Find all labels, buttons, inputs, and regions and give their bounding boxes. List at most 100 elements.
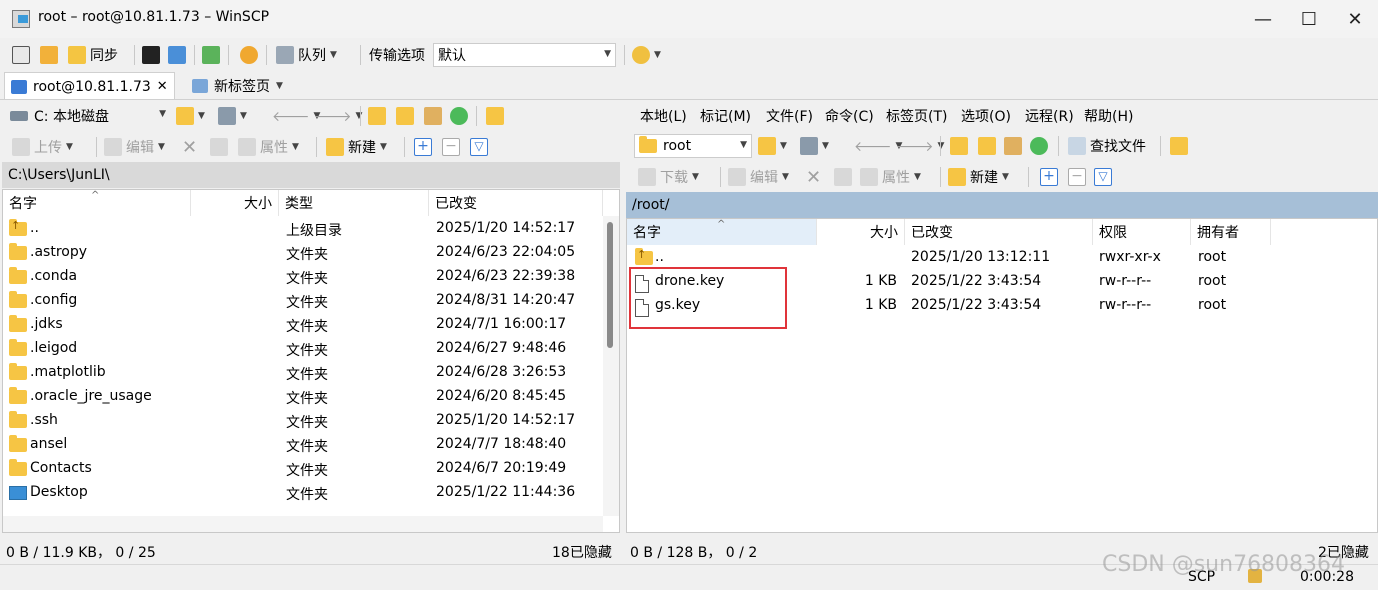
menu-help[interactable]: 帮助(H) [1084, 104, 1133, 128]
menu-files[interactable]: 文件(F) [766, 104, 813, 128]
toolbar-separator [1058, 136, 1059, 156]
file-row[interactable]: .. 上级目录 2025/1/20 14:52:17 [3, 217, 603, 241]
new-label: 新建 [970, 170, 998, 186]
file-owner: root [1198, 273, 1227, 289]
local-select-button[interactable]: + [414, 135, 432, 159]
putty-button[interactable] [168, 43, 186, 67]
menu-mark[interactable]: 标记(M) [700, 104, 751, 128]
local-delete-button[interactable]: ✕ [182, 135, 197, 159]
close-button[interactable]: ✕ [1332, 0, 1378, 38]
file-row[interactable]: .ssh 文件夹 2025/1/20 14:52:17 [3, 409, 603, 433]
file-row[interactable]: .astropy 文件夹 2024/6/23 22:04:05 [3, 241, 603, 265]
file-row[interactable]: .conda 文件夹 2024/6/23 22:39:38 [3, 265, 603, 289]
file-row[interactable]: Desktop 文件夹 2025/1/22 11:44:36 [3, 481, 603, 505]
local-root-dir-button[interactable] [396, 104, 414, 128]
remote-unselect-button[interactable]: − [1068, 165, 1086, 189]
remote-parent-dir-button[interactable] [950, 134, 968, 158]
download-button[interactable]: 下载 ▼ [638, 165, 699, 189]
sync-browse-button[interactable] [40, 43, 58, 67]
local-home-button[interactable] [424, 104, 442, 128]
column-type[interactable]: 类型 [279, 190, 429, 216]
close-tab-icon[interactable]: ✕ [157, 79, 168, 94]
column-changed[interactable]: 已改变 [905, 219, 1093, 245]
column-size[interactable]: 大小 [191, 190, 279, 216]
local-tree-button[interactable] [486, 104, 504, 128]
remote-dir-select[interactable]: root ▼ [634, 134, 752, 158]
preferences-button[interactable] [240, 43, 258, 67]
column-owner[interactable]: 拥有者 [1191, 219, 1271, 245]
remote-tree-button[interactable] [1170, 134, 1188, 158]
local-edit-button[interactable]: 编辑 ▼ [104, 135, 165, 159]
remote-select-button[interactable]: + [1040, 165, 1058, 189]
menu-remote[interactable]: 远程(R) [1025, 104, 1074, 128]
menu-options[interactable]: 选项(O) [961, 104, 1011, 128]
column-changed[interactable]: 已改变 [429, 190, 603, 216]
queue-label: 队列 [298, 48, 326, 64]
remote-file-list[interactable]: 名字^ 大小 已改变 权限 拥有者 .. 2025/1/20 13:12:11 rw… [626, 218, 1378, 533]
local-drive-select[interactable]: C: 本地磁盘 ▼ [6, 104, 170, 128]
file-row[interactable]: .leigod 文件夹 2024/6/27 9:48:46 [3, 337, 603, 361]
local-horizontal-scrollbar[interactable] [3, 516, 603, 532]
local-properties-button[interactable]: 属性 ▼ [238, 135, 299, 159]
tab-new[interactable]: 新标签页 ▼ [186, 72, 289, 100]
menu-commands[interactable]: 命令(C) [825, 104, 874, 128]
remote-rename-button[interactable] [834, 165, 852, 189]
maximize-button[interactable]: ☐ [1286, 0, 1332, 38]
chevron-down-icon: ▼ [276, 81, 283, 91]
chevron-down-icon: ▼ [292, 142, 299, 152]
column-rights[interactable]: 权限 [1093, 219, 1191, 245]
local-new-button[interactable]: 新建 ▼ [326, 135, 387, 159]
remote-filter-select-button[interactable]: ▽ [1094, 165, 1112, 189]
properties-icon [860, 168, 878, 186]
file-row[interactable]: .matplotlib 文件夹 2024/6/28 3:26:53 [3, 361, 603, 385]
upload-button[interactable]: 上传 ▼ [12, 135, 73, 159]
compare-dirs-button[interactable] [12, 43, 30, 67]
file-row[interactable]: Contacts 文件夹 2024/6/7 20:19:49 [3, 457, 603, 481]
file-row[interactable]: ansel 文件夹 2024/7/7 18:48:40 [3, 433, 603, 457]
putty-icon [168, 46, 186, 64]
column-size[interactable]: 大小 [817, 219, 905, 245]
minimize-button[interactable]: — [1240, 0, 1286, 38]
remote-properties-button[interactable]: 属性 ▼ [860, 165, 921, 189]
sync-button[interactable]: 同步 [68, 43, 118, 67]
remote-forward-button[interactable]: 🡒 ▼ [896, 134, 944, 158]
file-row[interactable]: .jdks 文件夹 2024/7/1 16:00:17 [3, 313, 603, 337]
tree-icon [1170, 137, 1188, 155]
remote-filter-button[interactable]: ▼ [800, 134, 829, 158]
find-files-button[interactable]: 查找文件 [1068, 134, 1146, 158]
local-rename-button[interactable] [210, 135, 228, 159]
local-forward-button[interactable]: 🡒 ▼ [314, 104, 362, 128]
scroll-thumb[interactable] [607, 222, 613, 348]
local-parent-dir-button[interactable] [368, 104, 386, 128]
queue-button[interactable]: 队列 ▼ [276, 43, 337, 67]
transfer-options-select[interactable]: 默认 ▼ [433, 43, 616, 67]
local-unselect-button[interactable]: − [442, 135, 460, 159]
local-filter-button[interactable]: ▼ [218, 104, 247, 128]
open-folder-icon [176, 107, 194, 125]
menu-tabs[interactable]: 标签页(T) [886, 104, 947, 128]
local-refresh-button[interactable] [450, 104, 468, 128]
remote-open-dir-button[interactable]: ▼ [758, 134, 787, 158]
terminal-button[interactable] [142, 43, 160, 67]
file-name: .jdks [30, 316, 63, 332]
remote-new-button[interactable]: 新建 ▼ [948, 165, 1009, 189]
chevron-down-icon: ▼ [654, 50, 661, 60]
file-row[interactable]: .oracle_jre_usage 文件夹 2024/6/20 8:45:45 [3, 385, 603, 409]
remote-edit-button[interactable]: 编辑 ▼ [728, 165, 789, 189]
tab-session-root[interactable]: root@10.81.1.73 ✕ [4, 72, 175, 100]
menu-local[interactable]: 本地(L) [640, 104, 687, 128]
remote-delete-button[interactable]: ✕ [806, 165, 821, 189]
remote-root-dir-button[interactable] [978, 134, 996, 158]
local-file-list[interactable]: 名字^ 大小 类型 已改变 .. 上级目录 2025/1/20 14:52:17 .a… [2, 189, 620, 533]
local-open-dir-button[interactable]: ▼ [176, 104, 205, 128]
toolbar-separator [1160, 136, 1161, 156]
remote-refresh-button[interactable] [1030, 134, 1048, 158]
local-vertical-scrollbar[interactable] [603, 216, 619, 516]
file-row[interactable]: .config 文件夹 2024/8/31 14:20:47 [3, 289, 603, 313]
local-filter-select-button[interactable]: ▽ [470, 135, 488, 159]
remote-home-button[interactable] [1004, 134, 1022, 158]
column-name[interactable]: 名字 ^ [627, 219, 817, 245]
refresh-session-button[interactable] [202, 43, 220, 67]
new-session-button[interactable]: ▼ [632, 43, 661, 67]
column-name[interactable]: 名字 ^ [3, 190, 191, 216]
